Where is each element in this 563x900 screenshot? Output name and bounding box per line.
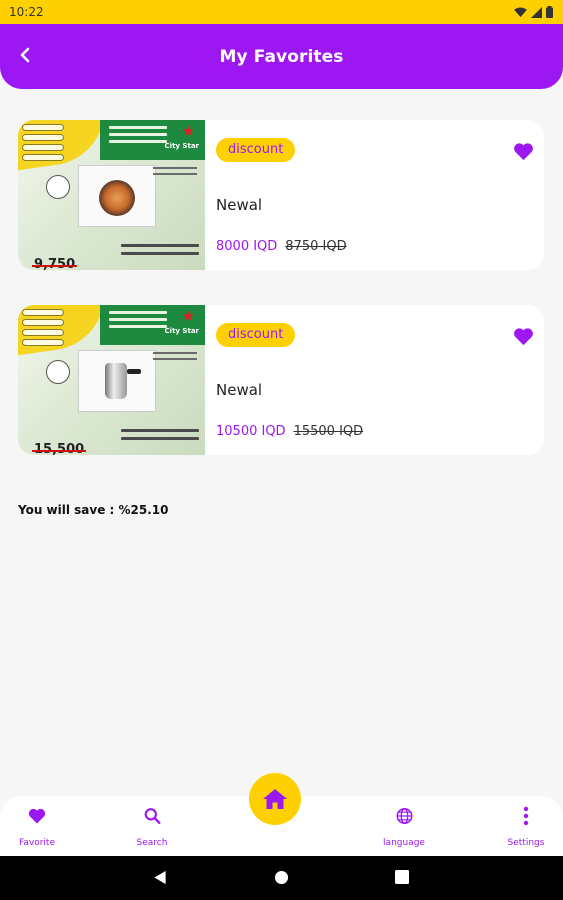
status-icons [514, 6, 553, 18]
card-body: discount Newal 8000 IQD 8750 IQD [205, 120, 544, 270]
discount-badge: discount [216, 323, 296, 347]
image-old-price: 9,750 [31, 257, 78, 270]
page-title: My Favorites [219, 46, 344, 67]
favorite-card[interactable]: ★ City Star 15,500 discount Newal 10500 … [18, 305, 544, 455]
nav-label: Search [136, 838, 168, 848]
recents-square-icon[interactable] [395, 870, 409, 884]
system-nav-bar [0, 856, 563, 900]
home-circle-icon[interactable] [274, 870, 289, 885]
old-price: 15500 IQD [293, 424, 364, 439]
nav-item-settings[interactable]: Settings [486, 806, 563, 848]
nav-label: Settings [507, 838, 545, 848]
card-body: discount Newal 10500 IQD 15500 IQD [205, 305, 544, 455]
nav-item-favorite[interactable]: Favorite [0, 806, 77, 848]
back-triangle-icon[interactable] [153, 870, 167, 885]
wifi-icon [514, 6, 527, 17]
product-image: ★ City Star 15,500 [18, 305, 205, 455]
brand-logo: City Star [164, 142, 199, 150]
chevron-left-icon [20, 47, 30, 63]
price-row: 8000 IQD 8750 IQD [216, 239, 347, 254]
app-bar: My Favorites [0, 24, 563, 89]
old-price: 8750 IQD [285, 239, 347, 254]
heart-icon [28, 808, 46, 824]
favorite-card[interactable]: ★ City Star 9,750 discount Newal 8000 IQ… [18, 120, 544, 270]
star-logo-icon: ★ [181, 122, 195, 140]
globe-icon [396, 808, 412, 824]
search-icon [144, 808, 160, 824]
home-icon [263, 789, 287, 809]
product-name: Newal [216, 196, 263, 214]
star-logo-icon: ★ [181, 307, 195, 325]
more-vertical-icon [523, 806, 529, 826]
price-row: 10500 IQD 15500 IQD [216, 424, 363, 439]
image-old-price: 15,500 [31, 442, 87, 455]
status-time: 10:22 [9, 5, 44, 19]
nav-label: Favorite [19, 838, 55, 848]
back-button[interactable] [14, 42, 36, 68]
current-price: 8000 IQD [216, 239, 278, 254]
savings-text: You will save : %25.10 [18, 503, 169, 517]
discount-badge: discount [216, 138, 296, 162]
nav-label: language [383, 838, 425, 848]
product-name: Newal [216, 381, 263, 399]
heart-icon[interactable] [513, 327, 534, 346]
nav-item-language[interactable]: language [364, 806, 444, 848]
signal-icon [531, 6, 542, 18]
battery-icon [546, 6, 553, 18]
product-image: ★ City Star 9,750 [18, 120, 205, 270]
brand-logo: City Star [164, 327, 199, 335]
status-bar: 10:22 [0, 0, 563, 24]
current-price: 10500 IQD [216, 424, 286, 439]
nav-item-search[interactable]: Search [112, 806, 192, 848]
home-button[interactable] [249, 773, 301, 825]
heart-icon[interactable] [513, 142, 534, 161]
